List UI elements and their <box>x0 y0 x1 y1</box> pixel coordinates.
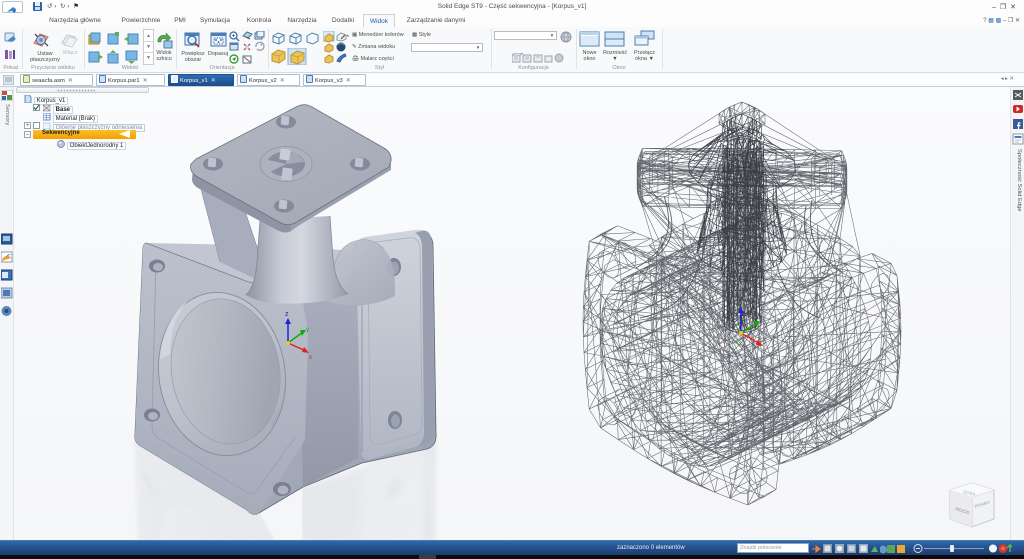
svg-text:x: x <box>309 355 312 361</box>
svg-text:z: z <box>285 311 289 318</box>
svg-text:y: y <box>306 327 309 333</box>
